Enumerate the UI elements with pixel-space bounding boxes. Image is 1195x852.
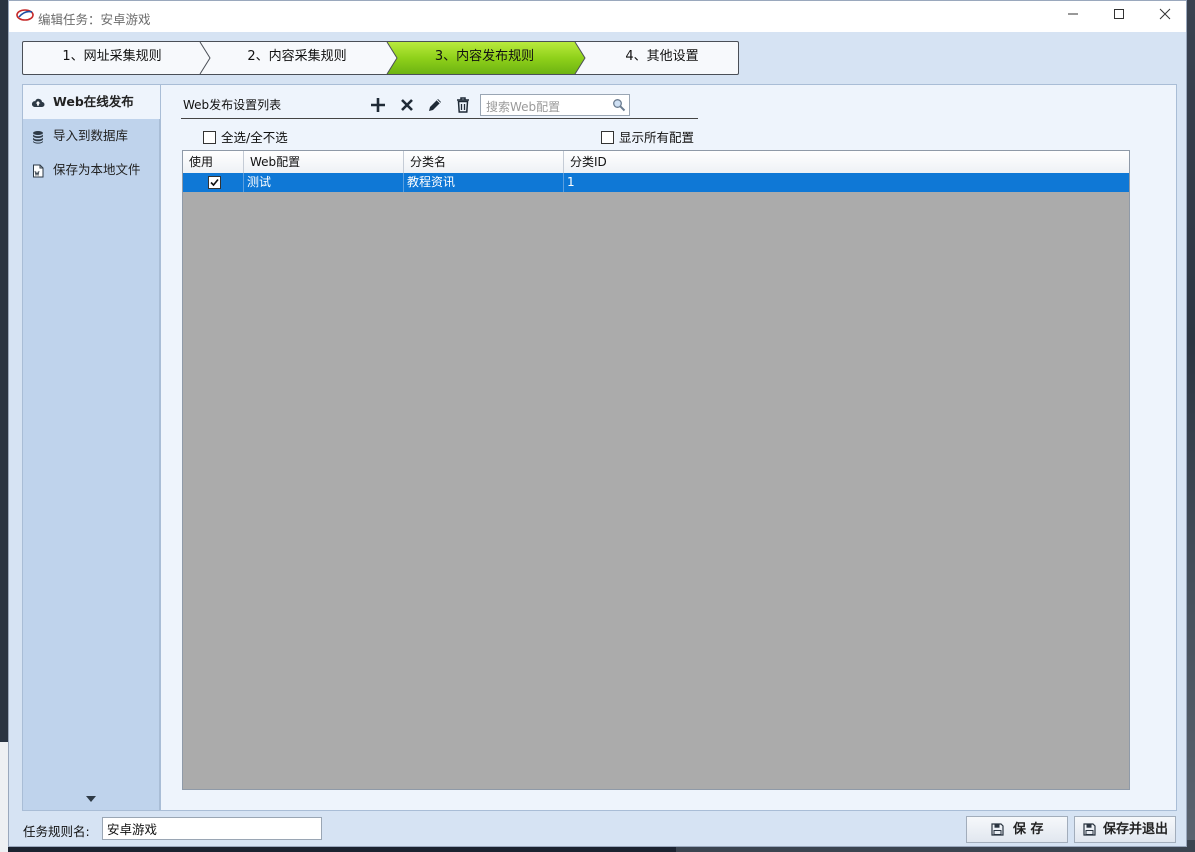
close-button[interactable] bbox=[1142, 1, 1188, 32]
checkbox-box[interactable] bbox=[601, 131, 614, 144]
cloud-upload-icon bbox=[31, 98, 45, 107]
database-icon bbox=[33, 131, 43, 144]
show-all-config-label: 显示所有配置 bbox=[619, 130, 695, 145]
task-name-label: 任务规则名: bbox=[23, 824, 90, 839]
sidebar-item-import-database[interactable]: 导入到数据库 bbox=[23, 119, 161, 153]
desktop-background-left bbox=[0, 0, 8, 852]
sidebar-item-save-local-file[interactable]: 保存为本地文件 bbox=[23, 153, 161, 187]
cell-category-name[interactable]: 教程资讯 bbox=[404, 173, 564, 192]
add-icon[interactable] bbox=[368, 95, 388, 115]
row-checkbox-checked-icon[interactable] bbox=[208, 176, 221, 189]
edit-icon[interactable] bbox=[425, 95, 445, 115]
column-header-category-id[interactable]: 分类ID bbox=[564, 151, 1129, 173]
save-icon bbox=[991, 823, 1004, 836]
step-publish-rules[interactable]: 3、内容发布规则 bbox=[392, 41, 577, 75]
save-button[interactable]: 保 存 bbox=[966, 816, 1068, 843]
save-icon bbox=[1083, 823, 1096, 836]
title-divider bbox=[181, 118, 698, 119]
desktop-background-right bbox=[1187, 0, 1195, 852]
sidebar-item-label: 导入到数据库 bbox=[53, 128, 129, 143]
sidebar-item-label: 保存为本地文件 bbox=[53, 162, 141, 177]
select-all-checkbox[interactable]: 全选/全不选 bbox=[203, 127, 288, 146]
file-icon bbox=[33, 164, 44, 178]
save-and-exit-button[interactable]: 保存并退出 bbox=[1074, 816, 1176, 843]
app-logo-icon bbox=[16, 9, 34, 21]
window-title: 编辑任务：安卓游戏 bbox=[38, 12, 151, 27]
checkbox-box[interactable] bbox=[203, 131, 216, 144]
table-header: 使用 Web配置 分类名 分类ID bbox=[183, 151, 1129, 174]
show-all-config-checkbox[interactable]: 显示所有配置 bbox=[601, 127, 694, 146]
column-header-web-config[interactable]: Web配置 bbox=[244, 151, 404, 173]
select-all-label: 全选/全不选 bbox=[221, 130, 288, 145]
search-input[interactable]: 搜索Web配置 bbox=[480, 94, 630, 116]
task-name-field[interactable] bbox=[102, 817, 322, 840]
cell-use[interactable] bbox=[183, 173, 244, 192]
save-and-exit-label: 保存并退出 bbox=[1103, 822, 1169, 837]
delete-icon[interactable] bbox=[397, 95, 417, 115]
desktop-background-left-lower bbox=[0, 742, 8, 852]
minimize-button[interactable] bbox=[1050, 1, 1096, 32]
close-icon bbox=[1159, 8, 1171, 20]
cell-category-id[interactable]: 1 bbox=[564, 173, 1129, 192]
trash-icon[interactable] bbox=[453, 95, 473, 115]
save-button-label: 保 存 bbox=[1013, 822, 1044, 837]
web-config-table: 使用 Web配置 分类名 分类ID 测试 教程资讯 1 bbox=[182, 150, 1130, 790]
web-publish-panel: Web发布设置列表 搜索Web配置 全选/全不选 显示所有配置 使用 Web配置… bbox=[160, 84, 1177, 811]
step-other-settings[interactable]: 4、其他设置 bbox=[582, 41, 742, 75]
maximize-icon bbox=[1114, 9, 1124, 19]
search-icon[interactable] bbox=[612, 98, 626, 112]
table-row[interactable]: 测试 教程资讯 1 bbox=[183, 173, 1129, 192]
sidebar-item-label: Web在线发布 bbox=[53, 94, 134, 109]
column-header-use[interactable]: 使用 bbox=[183, 151, 244, 173]
step-url-rules[interactable]: 1、网址采集规则 bbox=[22, 41, 202, 75]
sidebar-item-web-publish[interactable]: Web在线发布 bbox=[23, 85, 160, 119]
step-tabs: 1、网址采集规则 2、内容采集规则 3、内容发布规则 4、其他设置 bbox=[22, 41, 739, 75]
scroll-down-icon[interactable] bbox=[85, 795, 97, 803]
minimize-icon bbox=[1068, 13, 1078, 15]
cell-web-config[interactable]: 测试 bbox=[244, 173, 404, 192]
maximize-button[interactable] bbox=[1096, 1, 1142, 32]
step-content-rules[interactable]: 2、内容采集规则 bbox=[207, 41, 387, 75]
title-bar: 编辑任务：安卓游戏 bbox=[9, 1, 1186, 32]
panel-title: Web发布设置列表 bbox=[183, 98, 282, 112]
column-header-category-name[interactable]: 分类名 bbox=[404, 151, 564, 173]
search-placeholder: 搜索Web配置 bbox=[486, 100, 561, 114]
edit-task-window: 编辑任务：安卓游戏 1、网址采集规则 2、内容采集规则 3、内容发布规则 4、其… bbox=[8, 0, 1187, 847]
publish-method-sidebar: Web在线发布 导入到数据库 保存为本地文件 bbox=[22, 84, 160, 811]
